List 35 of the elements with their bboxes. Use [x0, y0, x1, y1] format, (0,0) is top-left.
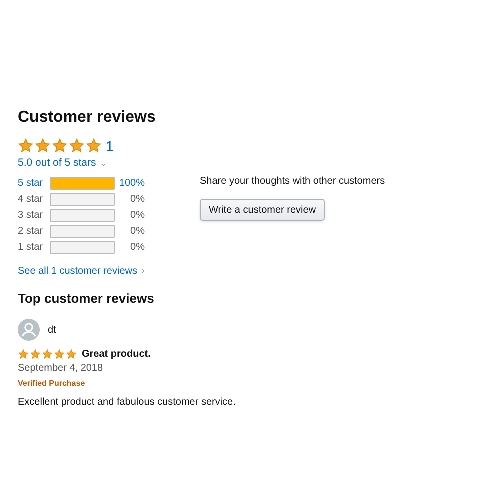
star-icon [66, 349, 77, 360]
avatar-icon [18, 319, 40, 341]
rating-link[interactable]: 5.0 out of 5 stars [18, 155, 96, 171]
star-icon [52, 138, 68, 154]
section-heading: Customer reviews [18, 108, 157, 128]
review-body: Excellent product and fabulous customer service. [18, 396, 237, 410]
star-icon [69, 138, 85, 154]
verified-purchase-label: Verified Purchase [18, 378, 86, 390]
star-icon [54, 349, 65, 360]
percent-label: 0% [130, 225, 145, 239]
percent-label: 0% [130, 241, 145, 255]
star-level-label[interactable]: 5 star [18, 176, 50, 191]
share-prompt: Share your thoughts with other customers [200, 176, 386, 188]
section-heading: Top customer reviews [18, 291, 156, 307]
star-icon [30, 349, 41, 360]
star-icon [86, 138, 102, 154]
star-level-label: 3 star [18, 209, 44, 223]
star-icon [18, 138, 34, 154]
star-level-label: 4 star [18, 193, 44, 207]
reviewer-name: dt [48, 324, 56, 338]
see-all-reviews-link[interactable]: See all 1 customer reviews [18, 264, 138, 279]
star-icon [42, 349, 53, 360]
star-level-label: 1 star [18, 241, 44, 255]
star-icon [18, 349, 29, 360]
star-level-label: 2 star [18, 225, 44, 239]
percent-label: 0% [130, 193, 145, 207]
review-count-link[interactable]: 1 [106, 138, 114, 154]
star-icon [35, 138, 51, 154]
review-headline[interactable]: Great product. [82, 347, 151, 362]
percent-label: 100% [118, 177, 145, 191]
write-review-button[interactable]: Write a customer review [200, 199, 326, 221]
percent-label: 0% [130, 209, 145, 223]
caret-icon[interactable]: ⌄ [100, 157, 108, 169]
review-date: September 4, 2018 [18, 363, 104, 375]
chevron-icon[interactable]: › [142, 264, 145, 279]
